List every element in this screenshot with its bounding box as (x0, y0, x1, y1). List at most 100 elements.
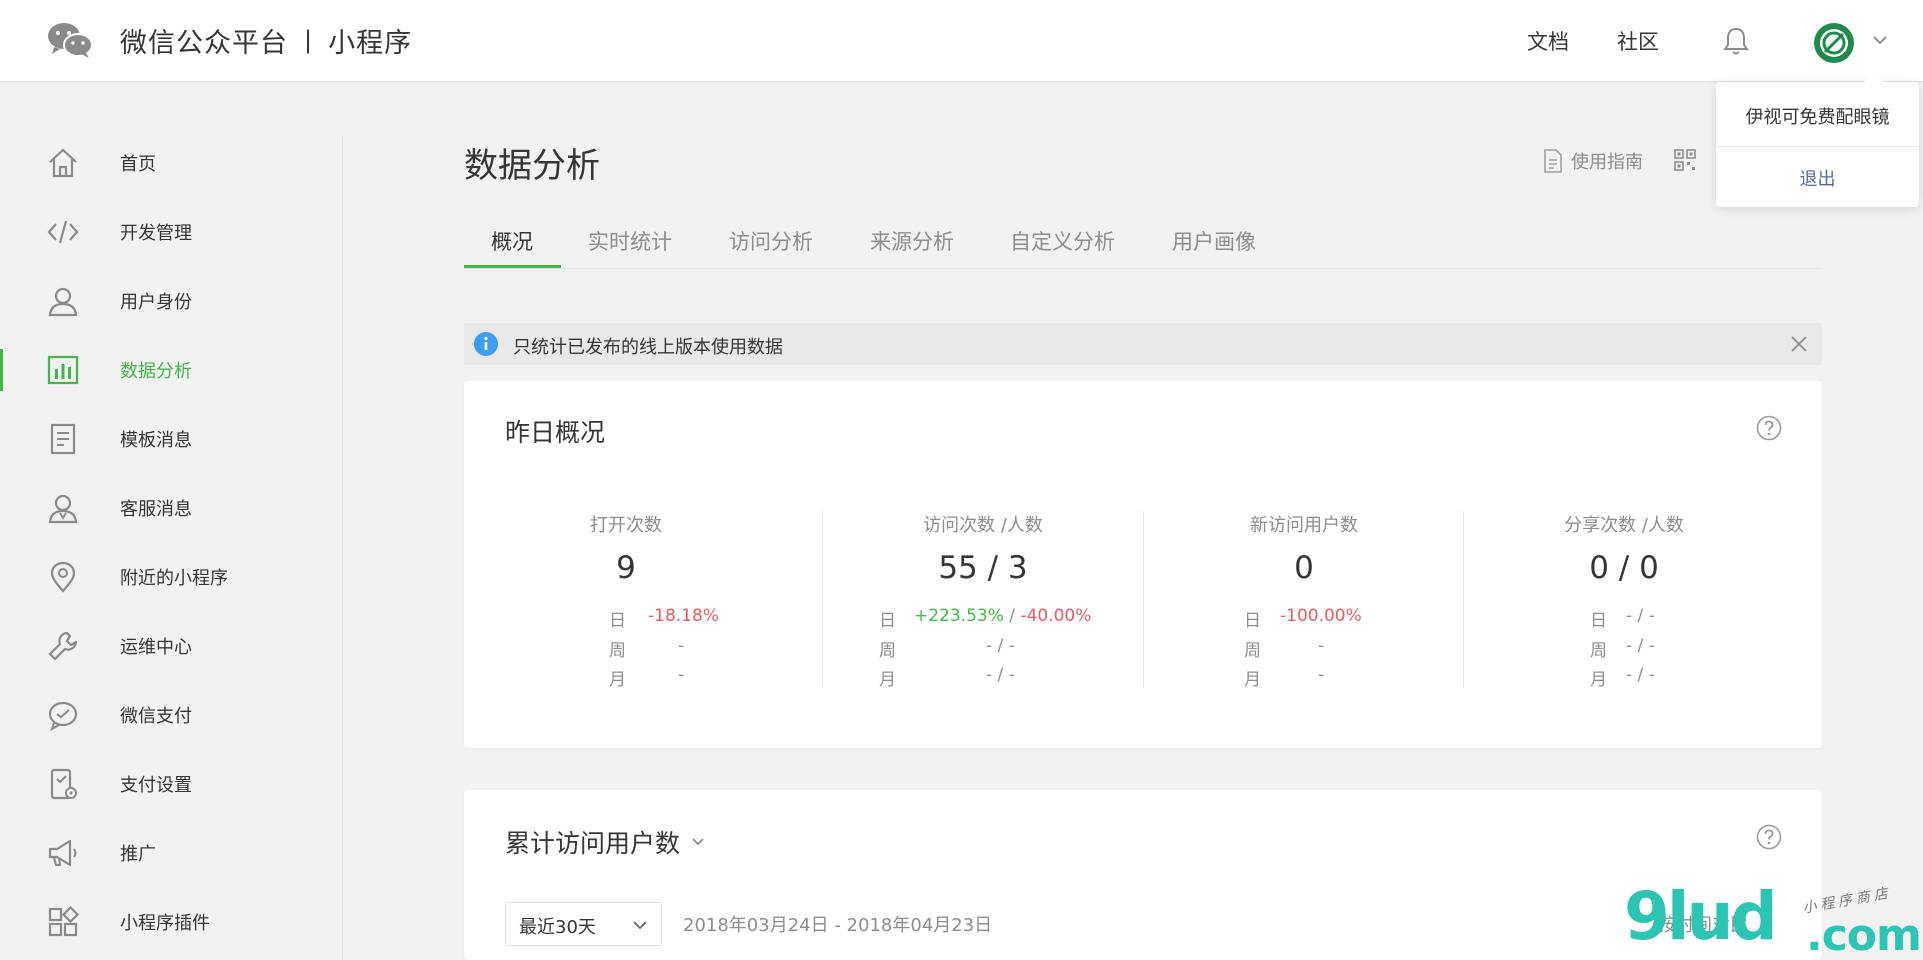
chevron-down-icon (633, 921, 647, 930)
document-icon (1544, 149, 1562, 173)
day-change-users: -40.00% (1020, 606, 1092, 626)
active-tab-indicator (464, 265, 561, 268)
chevron-down-icon[interactable] (1872, 34, 1888, 46)
tab-source-analysis[interactable]: 来源分析 (870, 226, 954, 269)
notice-bar: 只统计已发布的线上版本使用数据 (464, 323, 1822, 365)
sidebar-item-template-message[interactable]: 模板消息 (0, 412, 342, 466)
compare-by-time-toggle[interactable]: 按时间对比 (1658, 911, 1748, 937)
brand-product: 小程序 (328, 27, 413, 59)
plugin-icon (48, 905, 80, 937)
dropdown-divider (1716, 146, 1919, 147)
stat-day-row: 日 - / - (1464, 606, 1784, 631)
sidebar-item-label: 推广 (120, 844, 156, 865)
nav-docs-link[interactable]: 文档 (1527, 26, 1569, 56)
cumulative-title-dropdown[interactable]: 累计访问用户数 (505, 824, 706, 860)
brand-separator: | (304, 26, 313, 54)
stat-label: 分享次数 /人数 (1564, 515, 1684, 536)
sidebar-item-operations[interactable]: 运维中心 (0, 619, 342, 673)
tab-custom-analysis[interactable]: 自定义分析 (1010, 226, 1115, 269)
tab-visit-analysis[interactable]: 访问分析 (729, 226, 813, 269)
user-icon (48, 287, 78, 317)
logout-link[interactable]: 退出 (1716, 165, 1919, 191)
stat-label: 新访问用户数 (1250, 515, 1358, 536)
stat-month-row: 月 - (466, 665, 786, 690)
sidebar-item-label: 运维中心 (120, 637, 192, 658)
date-range-text[interactable]: 2018年03月24日 - 2018年04月23日 (683, 911, 992, 937)
row-label: 月 (1244, 670, 1261, 690)
date-range-select[interactable]: 最近30天 (505, 902, 662, 946)
sidebar-item-label: 数据分析 (120, 361, 192, 382)
info-icon (474, 332, 498, 356)
day-change: -18.18% (648, 606, 719, 626)
code-icon (47, 220, 79, 244)
notice-text: 只统计已发布的线上版本使用数据 (513, 337, 783, 358)
sidebar-item-dev[interactable]: 开发管理 (0, 205, 342, 259)
stats-row: 打开次数 9 日 -18.18% 周 - 月 - 访问次数 /人数 55 / 3… (464, 511, 1822, 691)
sidebar-item-label: 客服消息 (120, 499, 192, 520)
stat-month-row: 月 - / - (1464, 665, 1784, 690)
stat-visits-users: 访问次数 /人数 55 / 3 日 +223.53% / -40.00% 周 -… (823, 511, 1143, 691)
sidebar-item-plugins[interactable]: 小程序插件 (0, 895, 342, 949)
sidebar-item-nearby[interactable]: 附近的小程序 (0, 550, 342, 604)
row-label: 周 (1244, 641, 1261, 661)
account-dropdown: 伊视可免费配眼镜 退出 (1716, 73, 1919, 207)
stat-month-row: 月 - (1144, 665, 1464, 690)
sidebar-item-label: 支付设置 (120, 775, 192, 796)
sidebar-item-label: 开发管理 (120, 223, 192, 244)
sidebar-item-promotion[interactable]: 推广 (0, 826, 342, 880)
chevron-down-icon (692, 838, 704, 846)
home-icon (49, 148, 77, 178)
sidebar-item-home[interactable]: 首页 (0, 136, 342, 190)
stat-label: 访问次数 /人数 (923, 515, 1043, 536)
row-label: 日 (609, 611, 626, 631)
nav-community-link[interactable]: 社区 (1617, 26, 1659, 56)
avatar[interactable] (1813, 22, 1855, 64)
analysis-tabs: 概况 实时统计 访问分析 来源分析 自定义分析 用户画像 (464, 222, 1822, 269)
month-change: - / - (1626, 665, 1655, 685)
wechat-logo-icon (48, 23, 93, 58)
row-label: 周 (879, 641, 896, 661)
month-change: - (1318, 665, 1325, 685)
tab-realtime[interactable]: 实时统计 (588, 226, 672, 269)
stat-value: 55 / 3 (938, 550, 1028, 586)
location-pin-icon (50, 561, 76, 593)
stat-shares: 分享次数 /人数 0 / 0 日 - / - 周 - / - 月 - / - (1464, 511, 1784, 691)
sidebar-item-payment-settings[interactable]: 支付设置 (0, 757, 342, 811)
megaphone-icon (48, 839, 77, 867)
help-icon[interactable] (1756, 415, 1782, 441)
month-change: - (678, 665, 685, 685)
sidebar-item-user-identity[interactable]: 用户身份 (0, 274, 342, 328)
wrench-icon (48, 631, 78, 661)
notification-bell-icon[interactable] (1722, 26, 1750, 56)
sidebar-item-wechat-pay[interactable]: 微信支付 (0, 688, 342, 742)
help-icon[interactable] (1756, 824, 1782, 850)
cumulative-visitors-card: 累计访问用户数 最近30天 2018年03月24日 - 2018年04月23日 … (464, 790, 1822, 960)
usage-guide-label: 使用指南 (1571, 152, 1643, 173)
sidebar-item-data-analysis[interactable]: 数据分析 (0, 343, 342, 397)
usage-guide-link[interactable]: 使用指南 (1543, 148, 1643, 174)
close-icon[interactable] (1790, 335, 1808, 353)
watermark-domain: .com (1806, 910, 1922, 960)
row-label: 周 (609, 641, 626, 661)
row-label: 日 (1244, 611, 1261, 631)
row-label: 月 (1590, 670, 1607, 690)
sidebar-item-label: 模板消息 (120, 430, 192, 451)
sidebar-item-customer-service[interactable]: 客服消息 (0, 481, 342, 535)
tab-overview[interactable]: 概况 (491, 226, 533, 269)
range-select-value: 最近30天 (519, 917, 596, 938)
row-label: 月 (609, 670, 626, 690)
week-change: - / - (1626, 636, 1655, 656)
brand[interactable]: 微信公众平台 | 小程序 (46, 18, 412, 62)
payment-settings-icon (50, 768, 77, 800)
day-change: - / - (1626, 606, 1655, 626)
day-change-separator: / (1003, 606, 1021, 626)
week-change: - (1318, 636, 1325, 656)
tab-user-portrait[interactable]: 用户画像 (1172, 226, 1256, 269)
stat-value: 9 (616, 550, 636, 586)
qr-code-icon[interactable] (1674, 149, 1696, 171)
day-change: -100.00% (1280, 606, 1362, 626)
account-name[interactable]: 伊视可免费配眼镜 (1716, 103, 1919, 129)
sidebar-item-label: 小程序插件 (120, 913, 210, 934)
card-title: 昨日概况 (505, 418, 606, 447)
row-label: 周 (1590, 641, 1607, 661)
